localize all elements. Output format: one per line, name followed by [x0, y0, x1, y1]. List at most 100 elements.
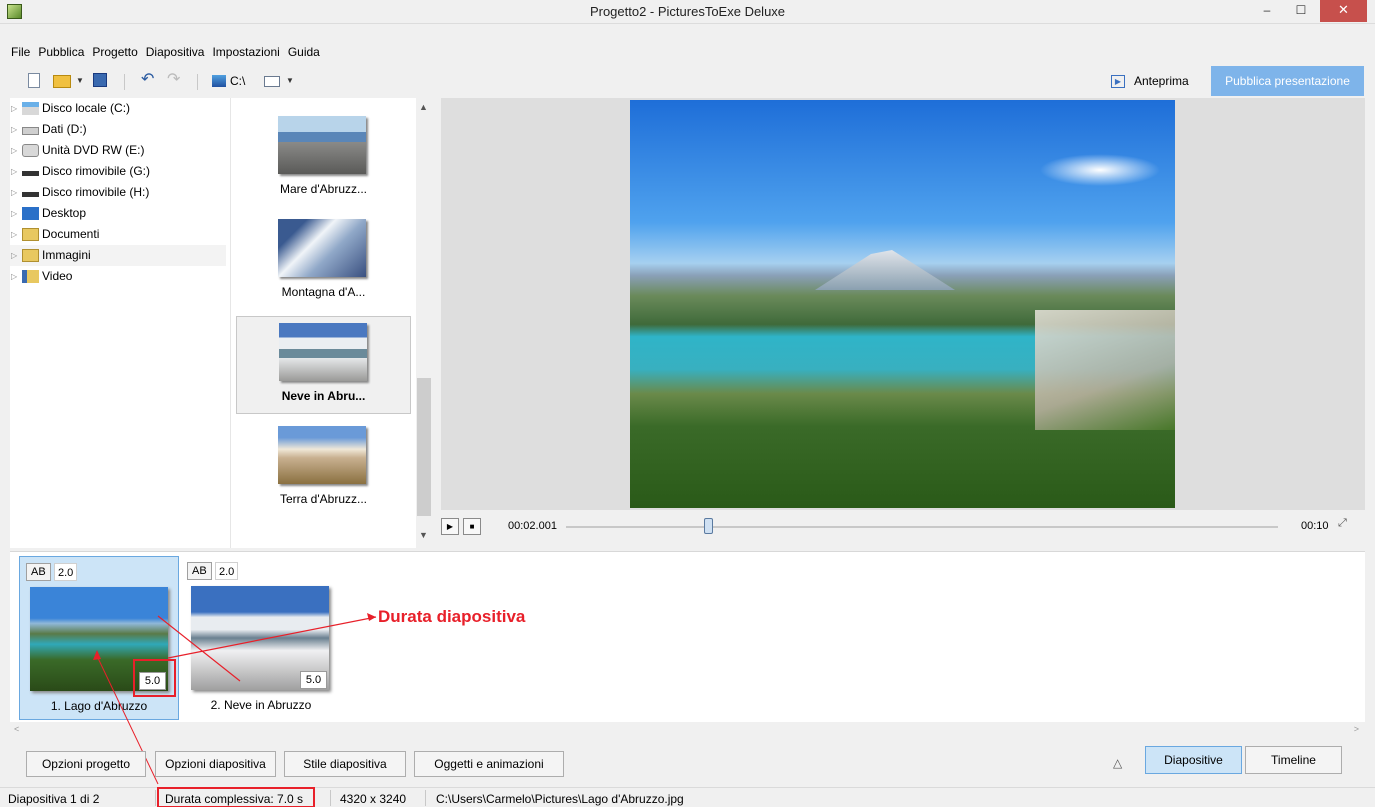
- status-file-path: C:\Users\Carmelo\Pictures\Lago d'Abruzzo…: [436, 792, 684, 806]
- file-thumb-selected[interactable]: Neve in Abru...: [236, 316, 411, 414]
- scroll-up-icon[interactable]: ▲: [419, 102, 428, 112]
- transition-duration[interactable]: 2.0: [215, 562, 239, 580]
- expand-arrow-icon[interactable]: ▷: [11, 140, 17, 161]
- tree-item-local-disk[interactable]: ▷ Disco locale (C:): [10, 98, 226, 119]
- action-bar: Opzioni progetto Opzioni diapositiva Sti…: [0, 742, 1375, 782]
- minimize-button[interactable]: –: [1250, 0, 1284, 22]
- menu-impostazioni[interactable]: Impostazioni: [208, 43, 283, 63]
- menu-file[interactable]: File: [7, 43, 34, 63]
- tree-item-label: Video: [42, 269, 73, 283]
- new-project-icon[interactable]: [28, 73, 40, 88]
- slide-duration[interactable]: 5.0: [300, 671, 327, 689]
- view-mode-icon[interactable]: [264, 76, 280, 87]
- menu-progetto[interactable]: Progetto: [88, 43, 141, 63]
- scrollbar-thumb[interactable]: [417, 378, 431, 516]
- thumbnail-image: [278, 219, 366, 277]
- playback-slider-handle[interactable]: [704, 518, 714, 534]
- local-disk-icon: [22, 102, 39, 115]
- project-options-button[interactable]: Opzioni progetto: [26, 751, 146, 777]
- annotation-label: Durata diapositiva: [378, 607, 526, 626]
- collapse-triangle-icon[interactable]: △: [1113, 756, 1122, 770]
- slide-caption: 2. Neve in Abruzzo: [210, 698, 312, 712]
- thumbnails-scrollbar[interactable]: ▲ ▼: [416, 98, 432, 548]
- publish-button[interactable]: Pubblica presentazione: [1211, 66, 1364, 96]
- maximize-button[interactable]: ☐: [1284, 0, 1318, 22]
- tree-item-label: Disco rimovibile (G:): [42, 164, 151, 178]
- play-icon[interactable]: ▶: [441, 518, 459, 535]
- slide-options-button[interactable]: Opzioni diapositiva: [155, 751, 276, 777]
- expand-arrow-icon[interactable]: ▷: [11, 245, 17, 266]
- undo-icon[interactable]: ↶: [141, 69, 154, 88]
- save-icon[interactable]: [93, 73, 107, 87]
- menu-pubblica[interactable]: Pubblica: [34, 43, 88, 63]
- pictures-folder-icon: [22, 249, 39, 262]
- objects-animations-button[interactable]: Oggetti e animazioni: [414, 751, 564, 777]
- folder-tree: ▷ Disco locale (C:) ▷ Dati (D:) ▷ Unità …: [10, 98, 230, 548]
- removable-disk-icon: [22, 171, 39, 176]
- slide-caption: 1. Lago d'Abruzzo: [50, 699, 148, 713]
- menu-diapositiva[interactable]: Diapositiva: [142, 43, 209, 63]
- stop-icon[interactable]: ■: [463, 518, 481, 535]
- toolbar-separator: [197, 74, 198, 90]
- hard-drive-icon: [22, 127, 39, 135]
- tab-timeline[interactable]: Timeline: [1245, 746, 1342, 774]
- transition-icon[interactable]: AB: [26, 563, 51, 581]
- expand-arrow-icon[interactable]: ▷: [11, 224, 17, 245]
- expand-arrow-icon[interactable]: ▷: [11, 98, 17, 119]
- tree-item-immagini[interactable]: ▷ Immagini: [10, 245, 226, 266]
- status-slide-index: Diapositiva 1 di 2: [8, 792, 100, 806]
- tab-slides[interactable]: Diapositive: [1145, 746, 1242, 774]
- tree-item-documenti[interactable]: ▷ Documenti: [10, 224, 226, 245]
- menu-guida[interactable]: Guida: [284, 43, 324, 63]
- status-separator: [155, 790, 156, 806]
- end-time: 00:10: [1301, 520, 1329, 532]
- transition-icon[interactable]: AB: [187, 562, 212, 580]
- thumb-caption: Montagna d'A...: [281, 285, 366, 299]
- thumb-caption: Neve in Abru...: [281, 389, 366, 403]
- tree-item-label: Dati (D:): [42, 122, 87, 136]
- tree-item-video[interactable]: ▷ Video: [10, 266, 226, 287]
- tree-item-removable-h[interactable]: ▷ Disco rimovibile (H:): [10, 182, 226, 203]
- scroll-right-icon[interactable]: >: [1354, 724, 1359, 734]
- tree-item-desktop[interactable]: ▷ Desktop: [10, 203, 226, 224]
- slide-list-scrollbar[interactable]: < >: [10, 722, 1365, 739]
- drive-icon[interactable]: [212, 75, 226, 87]
- fullscreen-icon[interactable]: ⤢: [1338, 517, 1347, 530]
- transition-duration[interactable]: 2.0: [54, 563, 78, 581]
- expand-arrow-icon[interactable]: ▷: [11, 266, 17, 287]
- view-dropdown-icon[interactable]: ▼: [286, 76, 294, 92]
- toolbar-separator: [124, 74, 125, 90]
- expand-arrow-icon[interactable]: ▷: [11, 182, 17, 203]
- file-thumb[interactable]: Montagna d'A...: [236, 213, 411, 311]
- menu-bar: File Pubblica Progetto Diapositiva Impos…: [0, 43, 1375, 63]
- status-separator: [425, 790, 426, 806]
- tree-item-dati[interactable]: ▷ Dati (D:): [10, 119, 226, 140]
- preview-button[interactable]: Anteprima: [1134, 74, 1189, 90]
- open-dropdown-icon[interactable]: ▼: [76, 76, 84, 92]
- slide-item[interactable]: AB 2.0 5.0 2. Neve in Abruzzo: [181, 556, 341, 720]
- slide-style-button[interactable]: Stile diapositiva: [284, 751, 406, 777]
- tree-item-label: Unità DVD RW (E:): [42, 143, 145, 157]
- status-resolution: 4320 x 3240: [340, 792, 407, 806]
- scroll-left-icon[interactable]: <: [14, 724, 19, 734]
- tree-item-removable-g[interactable]: ▷ Disco rimovibile (G:): [10, 161, 226, 182]
- annotation-highlight-box: [157, 787, 315, 807]
- preview-icon[interactable]: ▶: [1111, 75, 1125, 88]
- slide-preview: [441, 98, 1365, 510]
- playback-slider[interactable]: [566, 526, 1278, 528]
- tree-item-dvd[interactable]: ▷ Unità DVD RW (E:): [10, 140, 226, 161]
- thumb-caption: Terra d'Abruzz...: [280, 492, 367, 506]
- video-folder-icon: [22, 270, 39, 283]
- expand-arrow-icon[interactable]: ▷: [11, 119, 17, 140]
- expand-arrow-icon[interactable]: ▷: [11, 203, 17, 224]
- thumbnail-image: [278, 426, 366, 484]
- expand-arrow-icon[interactable]: ▷: [11, 161, 17, 182]
- scroll-down-icon[interactable]: ▼: [419, 530, 428, 540]
- title-bar: Progetto2 - PicturesToExe Deluxe – ☐ ✕: [0, 0, 1375, 24]
- redo-icon[interactable]: ↷: [167, 69, 180, 88]
- file-thumb[interactable]: Terra d'Abruzz...: [236, 420, 411, 518]
- close-button[interactable]: ✕: [1320, 0, 1367, 22]
- open-folder-icon[interactable]: [53, 75, 71, 88]
- file-thumb[interactable]: Mare d'Abruzz...: [236, 110, 411, 208]
- drive-label[interactable]: C:\: [230, 74, 245, 90]
